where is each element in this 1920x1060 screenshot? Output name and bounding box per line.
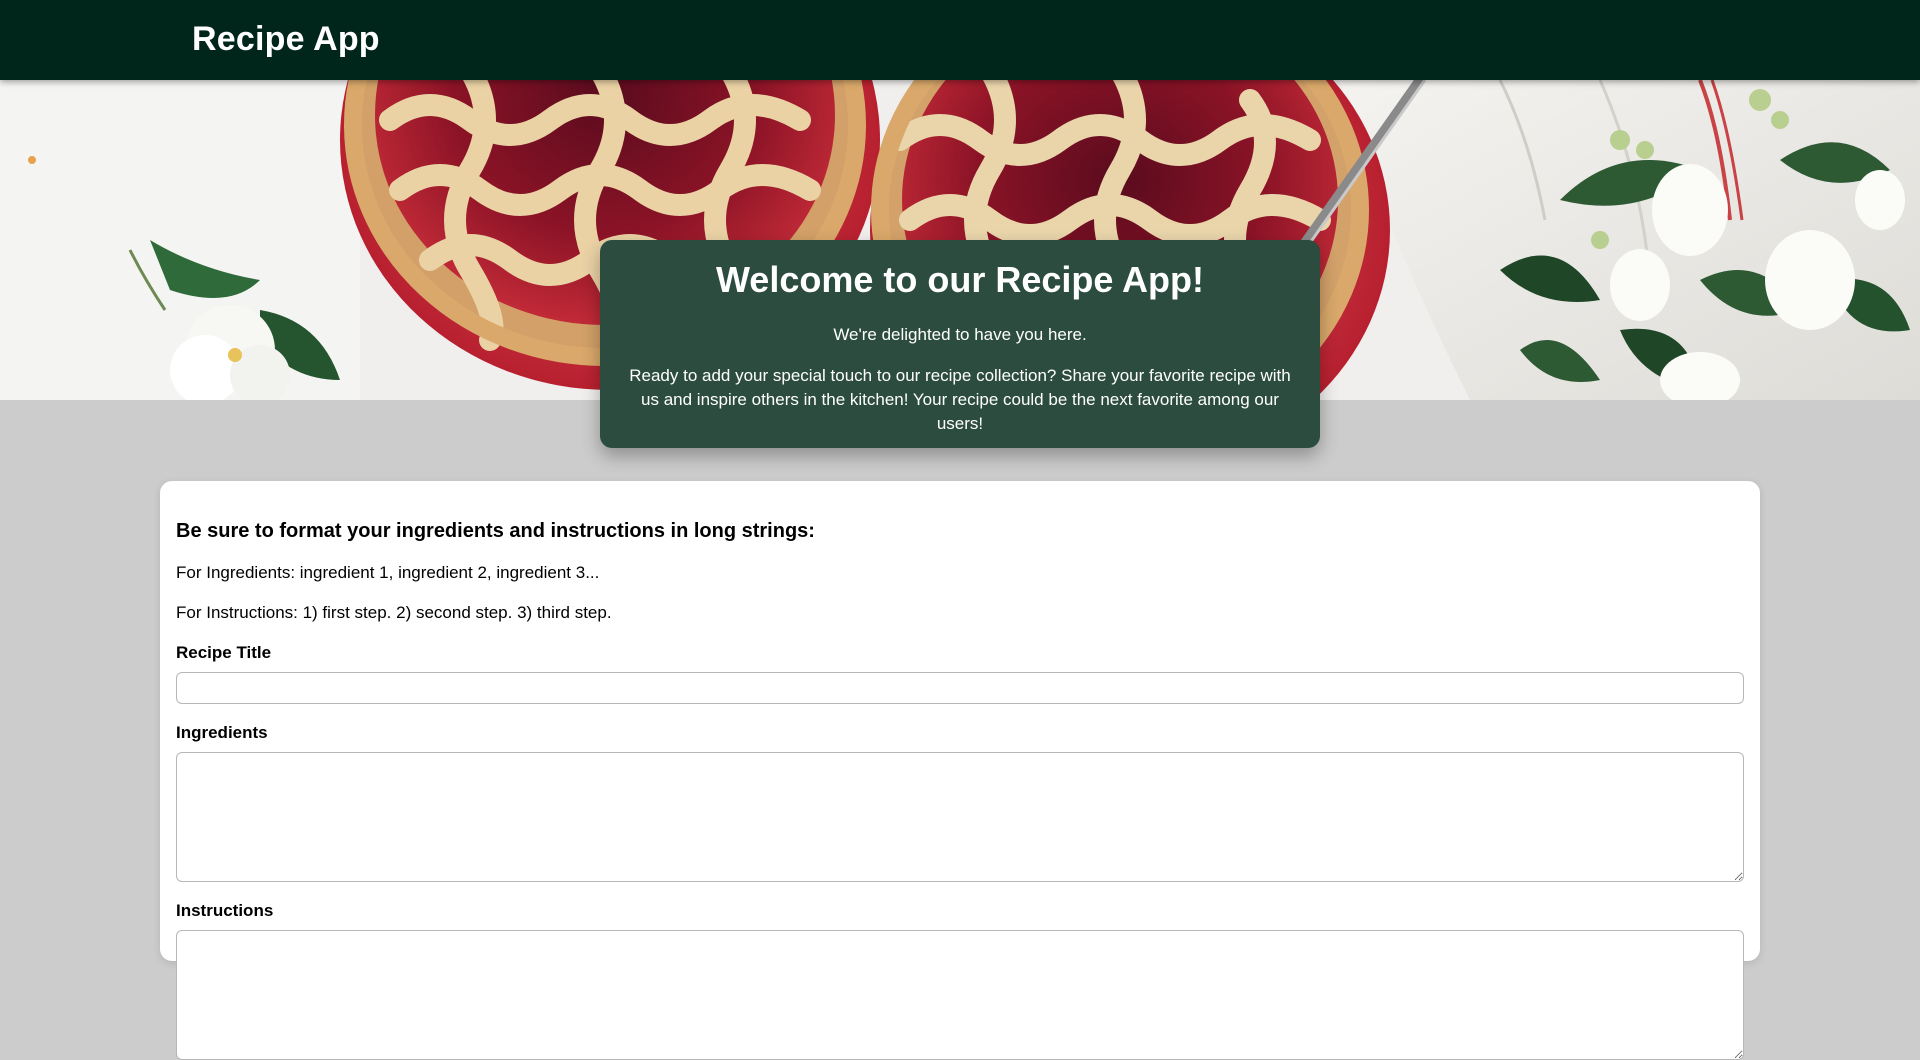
recipe-title-label: Recipe Title — [176, 643, 272, 662]
instructions-label: Instructions — [176, 901, 274, 920]
welcome-pitch: Ready to add your special touch to our r… — [629, 366, 1291, 433]
ingredients-format-hint: For Ingredients: ingredient 1, ingredien… — [176, 563, 600, 582]
ingredients-textarea[interactable] — [176, 752, 1744, 882]
recipe-title-input[interactable] — [176, 672, 1744, 704]
brand-link[interactable]: Recipe App — [192, 20, 380, 59]
instructions-format-hint: For Instructions: 1) first step. 2) seco… — [176, 603, 612, 622]
welcome-greeting: We're delighted to have you here. — [833, 325, 1087, 344]
welcome-title: Welcome to our Recipe App! — [715, 259, 1205, 300]
top-navbar: Recipe App — [0, 0, 1920, 80]
instructions-textarea[interactable] — [176, 930, 1744, 1060]
welcome-panel: Welcome to our Recipe App! We're delight… — [600, 240, 1320, 448]
form-heading: Be sure to format your ingredients and i… — [176, 520, 815, 542]
ingredients-label: Ingredients — [176, 723, 268, 742]
recipe-form-card: Be sure to format your ingredients and i… — [160, 481, 1760, 1060]
